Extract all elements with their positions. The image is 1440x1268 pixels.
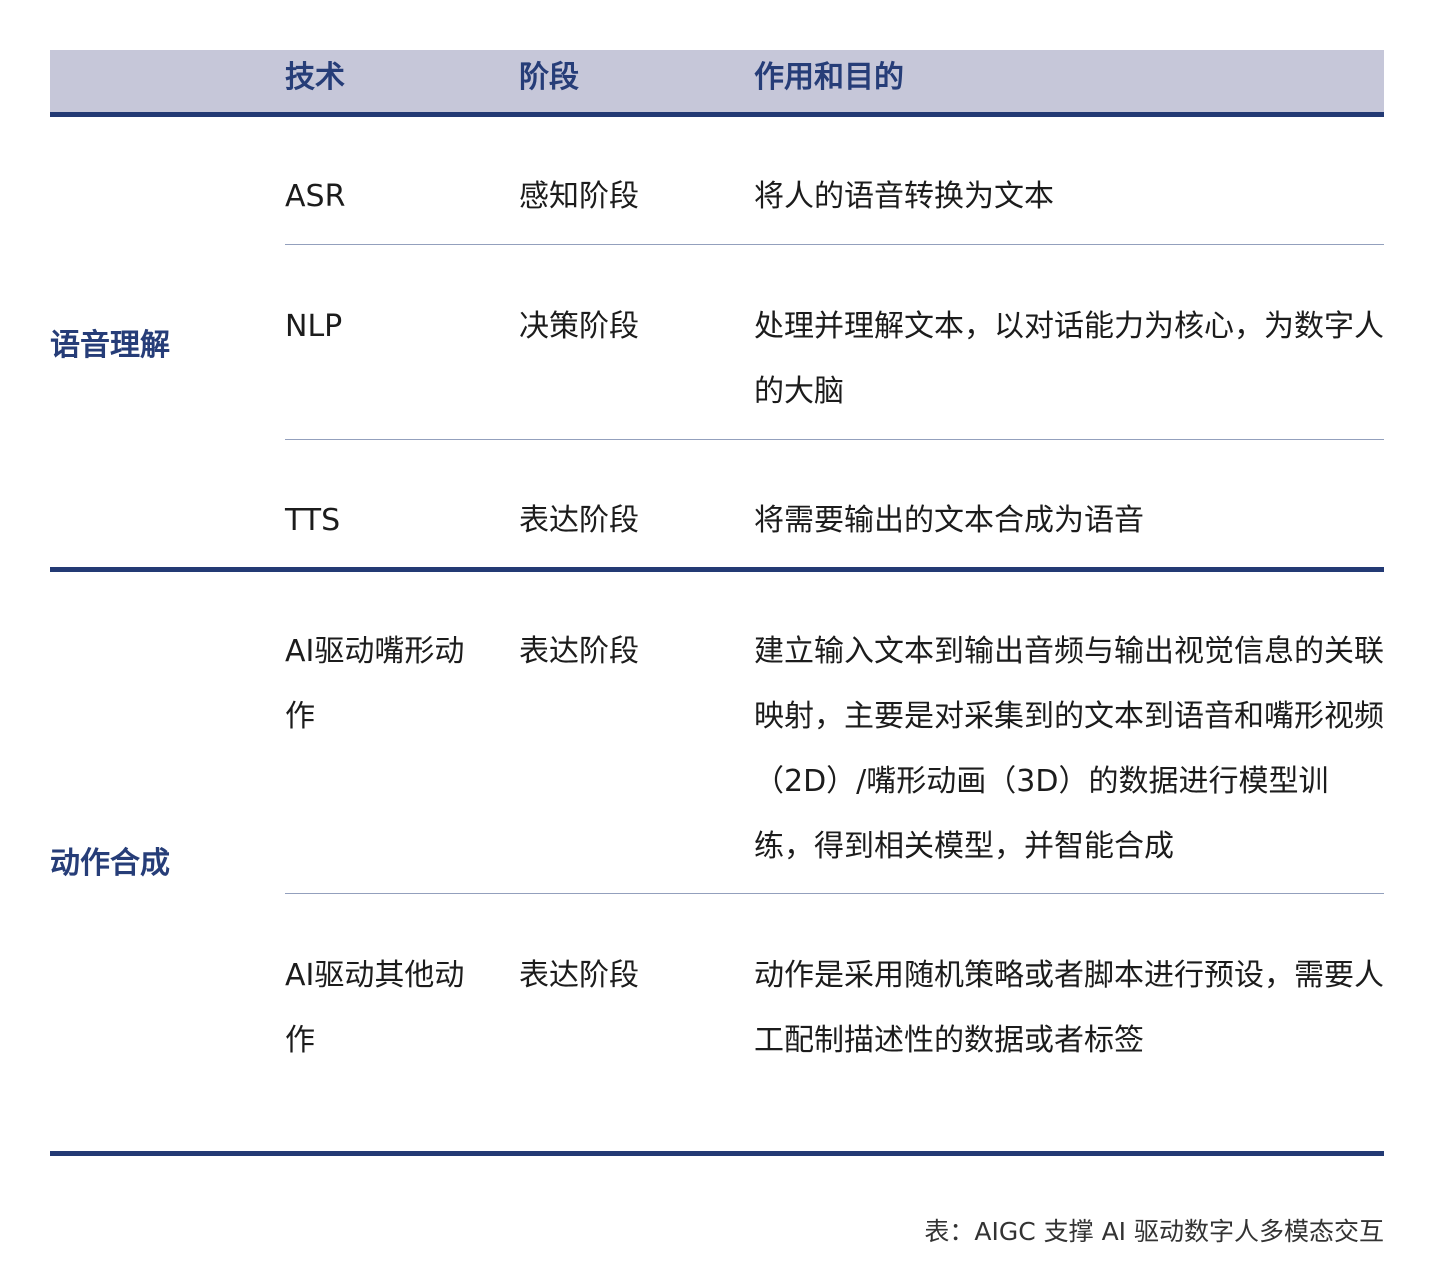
row-tech: AI驱动嘴形动作 bbox=[285, 634, 465, 734]
row-divider bbox=[285, 439, 1384, 440]
row-purpose: 将需要输出的文本合成为语音 bbox=[754, 503, 1144, 538]
header-rule bbox=[50, 112, 1384, 117]
row-purpose: 动作是采用随机策略或者脚本进行预设，需要人工配制描述性的数据或者标签 bbox=[754, 958, 1384, 1058]
header-tech: 技术 bbox=[285, 60, 345, 95]
row-tech: ASR bbox=[285, 179, 346, 214]
row-stage: 表达阶段 bbox=[519, 958, 639, 993]
row-stage: 决策阶段 bbox=[519, 309, 639, 344]
row-tech: TTS bbox=[285, 503, 341, 538]
row-purpose: 处理并理解文本，以对话能力为核心，为数字人的大脑 bbox=[754, 309, 1384, 409]
table-header bbox=[50, 50, 1384, 112]
category-label: 动作合成 bbox=[50, 846, 170, 881]
row-divider bbox=[285, 244, 1384, 245]
group-rule bbox=[50, 567, 1384, 572]
table-caption: 表：AIGC 支撑 AI 驱动数字人多模态交互 bbox=[924, 1217, 1384, 1246]
row-divider bbox=[285, 893, 1384, 894]
row-stage: 感知阶段 bbox=[519, 179, 639, 214]
header-purpose: 作用和目的 bbox=[754, 60, 904, 95]
row-stage: 表达阶段 bbox=[519, 503, 639, 538]
row-purpose: 将人的语音转换为文本 bbox=[754, 179, 1054, 214]
row-purpose: 建立输入文本到输出音频与输出视觉信息的关联映射，主要是对采集到的文本到语音和嘴形… bbox=[754, 634, 1384, 864]
category-label: 语音理解 bbox=[50, 328, 170, 363]
row-tech: AI驱动其他动作 bbox=[285, 958, 465, 1058]
row-tech: NLP bbox=[285, 309, 343, 344]
row-stage: 表达阶段 bbox=[519, 634, 639, 669]
table-bottom-rule bbox=[50, 1151, 1384, 1156]
header-stage: 阶段 bbox=[519, 60, 579, 95]
